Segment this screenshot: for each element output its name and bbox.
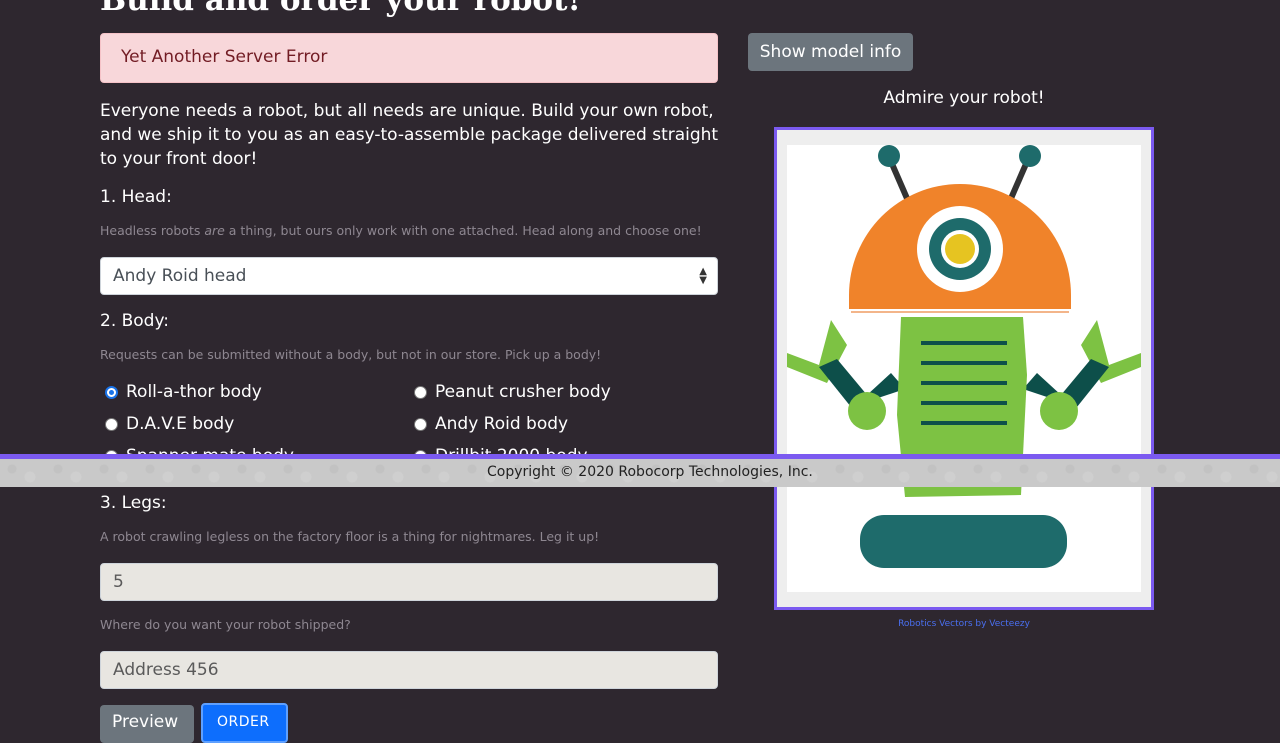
eye-pupil [945,234,975,264]
head-select[interactable]: Andy Roid head ▲ ▼ [100,257,718,295]
legs-input[interactable]: 5 [100,563,718,601]
order-button[interactable]: ORDER [201,703,288,743]
copyright-text: Copyright © 2020 Robocorp Technologies, … [487,464,813,480]
robot-illustration [787,145,1141,568]
show-model-info-button[interactable]: Show model info [748,33,913,71]
radio-unchecked-icon[interactable] [414,385,427,399]
radio-label: D.A.V.E body [126,414,235,434]
left-hand [848,392,886,430]
radio-body-dave[interactable]: D.A.V.E body [105,414,234,434]
right-antenna-tip [1019,145,1041,167]
radio-label: Andy Roid body [435,414,569,434]
radio-body-peanut-crusher[interactable]: Peanut crusher body [414,382,611,402]
legs-help: A robot crawling legless on the factory … [100,529,600,544]
address-input[interactable]: Address 456 [100,651,718,689]
left-antenna-tip [878,145,900,167]
vecteezy-credit-link[interactable]: Robotics Vectors by Vecteezy [774,619,1154,629]
radio-unchecked-icon[interactable] [414,417,427,431]
radio-checked-icon[interactable] [105,385,118,399]
head-select-value: Andy Roid head [113,266,247,286]
radio-label: Peanut crusher body [435,382,611,402]
radio-body-roll-a-thor[interactable]: Roll-a-thor body [105,382,262,402]
head-help: Headless robots are a thing, but ours on… [100,223,702,238]
address-help: Where do you want your robot shipped? [100,617,351,632]
head-label: 1. Head: [100,187,172,207]
error-alert: Yet Another Server Error [100,33,718,83]
body-help: Requests can be submitted without a body… [100,347,602,362]
select-arrows-icon: ▲ ▼ [699,266,707,286]
radio-unchecked-icon[interactable] [105,417,118,431]
page-footer: Copyright © 2020 Robocorp Technologies, … [0,454,1280,487]
robot-preview-image [787,145,1141,592]
radio-label: Roll-a-thor body [126,382,262,402]
intro-text: Everyone needs a robot, but all needs ar… [100,101,719,169]
body-label: 2. Body: [100,311,170,331]
preview-heading: Admire your robot! [883,88,1045,108]
right-hand [1040,392,1078,430]
robot-preview-frame [774,127,1154,610]
preview-button[interactable]: Preview [100,705,194,743]
radio-body-andy-roid[interactable]: Andy Roid body [414,414,568,434]
legs-label: 3. Legs: [100,493,167,513]
robot-base [860,515,1067,568]
page-title: Build and order your robot! [100,0,582,18]
